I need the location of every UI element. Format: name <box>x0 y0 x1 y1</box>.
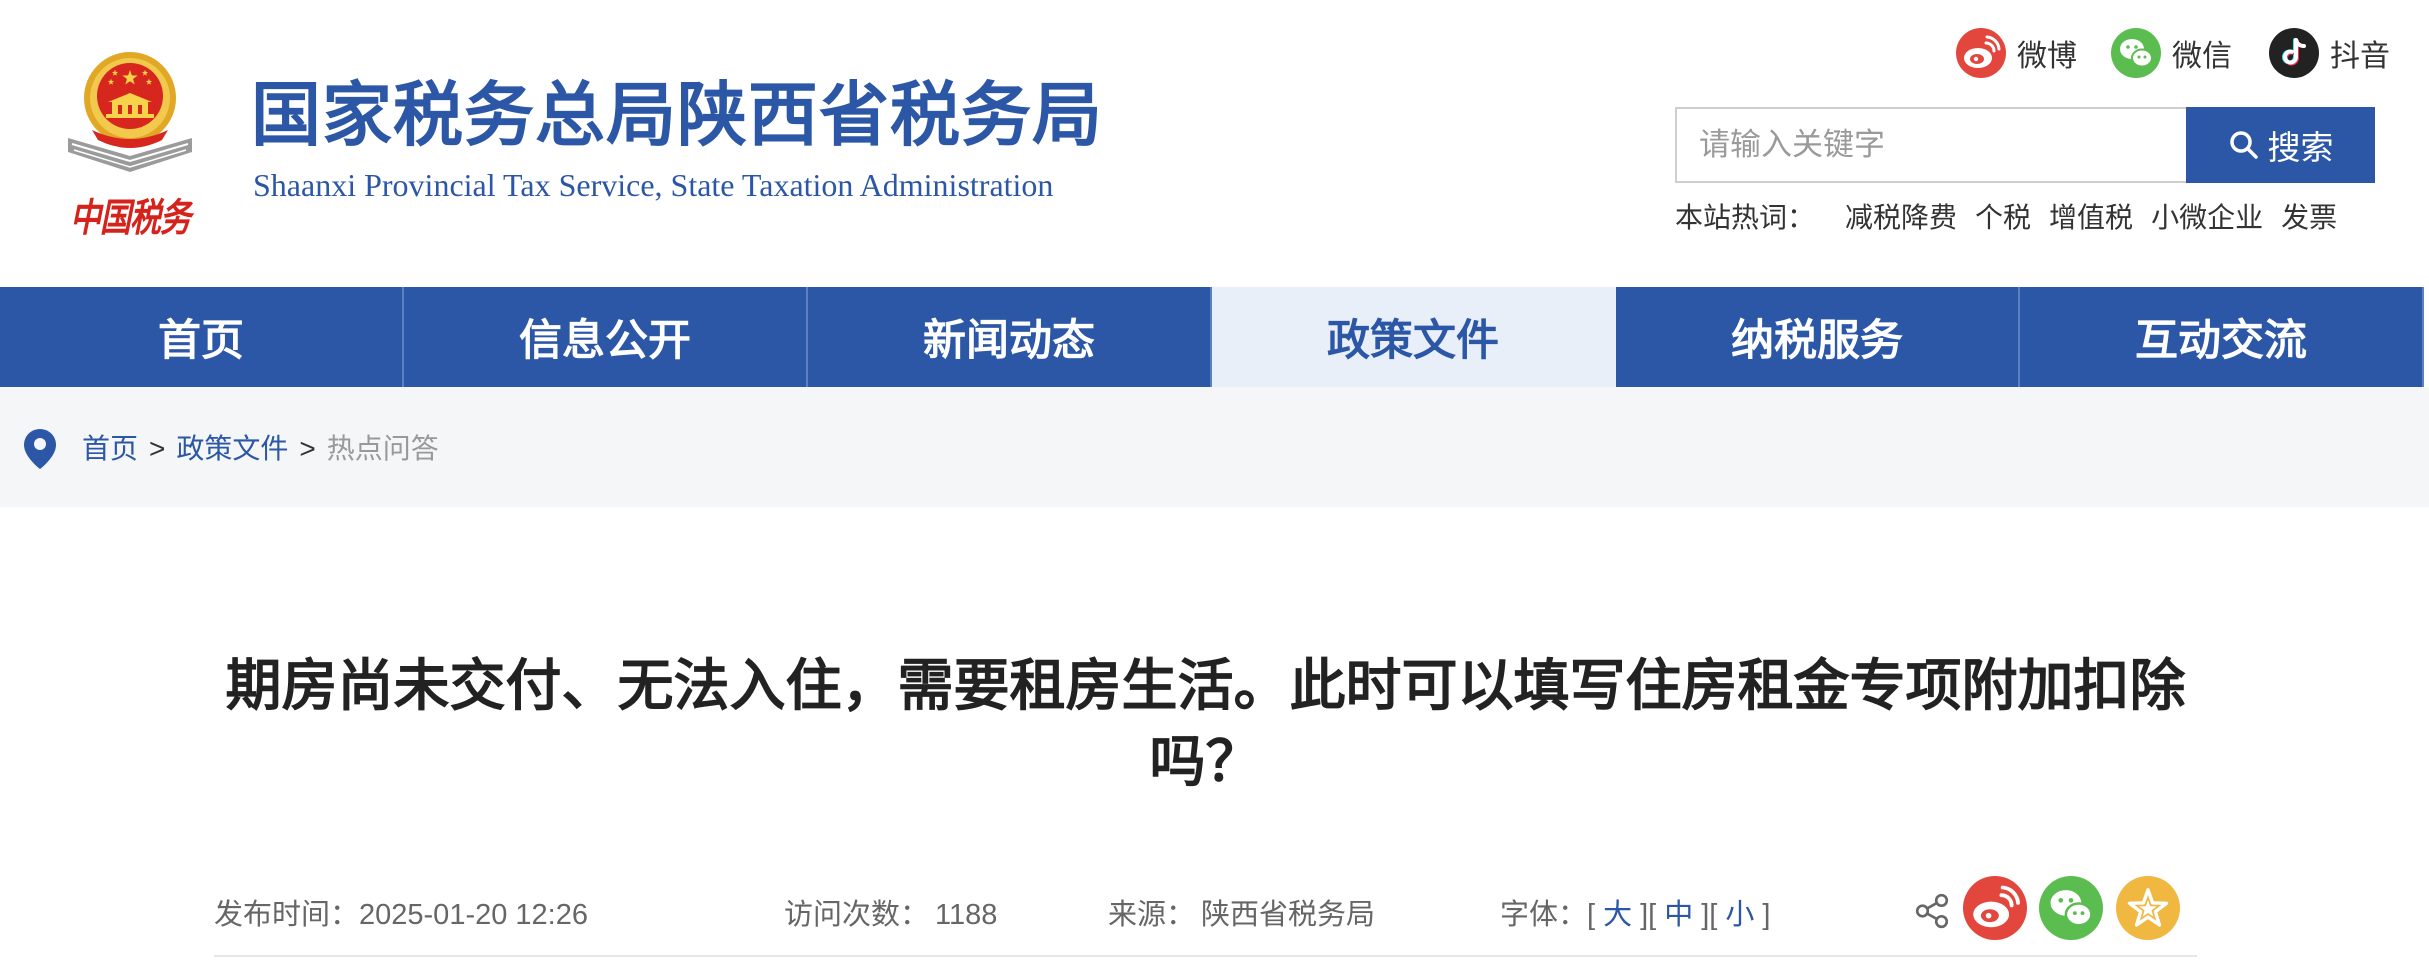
breadcrumb-current: 热点问答 <box>326 433 439 464</box>
share-weibo-button[interactable] <box>1963 876 2027 940</box>
social-link-douyin[interactable]: 抖音 <box>2269 27 2390 79</box>
nav-item-home[interactable]: 首页 <box>0 287 404 387</box>
bracket-open: [ <box>1648 899 1657 931</box>
search-button-label: 搜索 <box>2267 129 2334 166</box>
bracket-close: ] <box>1640 899 1649 931</box>
visit-count-value: 1188 <box>935 899 998 931</box>
font-size-large[interactable]: 大 <box>1603 895 1632 935</box>
bracket-close: ] <box>1701 899 1710 931</box>
bracket-open: [ <box>1587 899 1596 931</box>
favorite-star-icon <box>2116 876 2180 940</box>
breadcrumb-home[interactable]: 首页 <box>82 431 138 467</box>
nav-item-policy-docs[interactable]: 政策文件 <box>1212 287 1616 387</box>
search-input[interactable] <box>1675 107 2187 183</box>
article-source: 来源： 陕西省税务局 <box>1108 895 1375 935</box>
publish-time-label: 发布时间： <box>214 899 360 931</box>
main-nav: 首页 信息公开 新闻动态 政策文件 纳税服务 互动交流 <box>0 287 2424 387</box>
breadcrumb: 首页 > 政策文件 > 热点问答 <box>0 387 2429 507</box>
weibo-icon <box>1956 28 2006 78</box>
nav-item-tax-service[interactable]: 纳税服务 <box>1616 287 2020 387</box>
visit-count-label: 访问次数： <box>784 899 930 931</box>
social-link-wechat[interactable]: 微信 <box>2111 27 2232 79</box>
breadcrumb-separator: > <box>299 433 316 464</box>
wechat-share-icon <box>2039 876 2103 940</box>
location-pin-icon <box>24 429 56 469</box>
publish-time-value: 2025-01-20 12:26 <box>359 899 588 931</box>
hot-words-label: 本站热词： <box>1675 202 1816 233</box>
article-source-label: 来源： <box>1108 899 1196 931</box>
font-size-switcher: 字体： [ 大 ] [ 中 ] [ 小 ] <box>1500 895 1770 935</box>
favorite-button[interactable] <box>2116 876 2180 940</box>
douyin-icon <box>2269 28 2319 78</box>
hot-word[interactable]: 小微企业 <box>2151 198 2263 238</box>
font-size-label: 字体： <box>1500 899 1588 931</box>
hot-word[interactable]: 个税 <box>1975 198 2031 238</box>
national-emblem-logo <box>62 40 198 186</box>
breadcrumb-policy-docs[interactable]: 政策文件 <box>176 431 288 467</box>
breadcrumb-trail: 首页 > 政策文件 > 热点问答 <box>82 431 439 467</box>
share-icon[interactable] <box>1913 892 1951 930</box>
share-wechat-button[interactable] <box>2039 876 2103 940</box>
visit-count: 访问次数： 1188 <box>784 895 997 935</box>
breadcrumb-separator: > <box>149 433 166 464</box>
font-size-small[interactable]: 小 <box>1725 895 1754 935</box>
social-label-douyin: 抖音 <box>2330 40 2390 73</box>
wechat-icon <box>2111 28 2161 78</box>
hot-word[interactable]: 发票 <box>2281 198 2337 238</box>
font-size-medium[interactable]: 中 <box>1664 895 1693 935</box>
search-icon <box>2229 131 2258 159</box>
social-link-weibo[interactable]: 微博 <box>1956 27 2077 79</box>
publish-time: 发布时间： 2025-01-20 12:26 <box>214 895 588 935</box>
social-label-wechat: 微信 <box>2172 40 2232 73</box>
bracket-close: ] <box>1762 899 1771 931</box>
site-subtitle-en: Shaanxi Provincial Tax Service, State Ta… <box>253 167 1054 203</box>
nav-item-interaction[interactable]: 互动交流 <box>2020 287 2424 387</box>
weibo-share-icon <box>1963 876 2027 940</box>
search-button[interactable]: 搜索 <box>2186 107 2375 183</box>
site-title[interactable]: 国家税务总局陕西省税务局 <box>251 72 1103 158</box>
bracket-open: [ <box>1709 899 1718 931</box>
hot-words: 本站热词： 减税降费 个税 增值税 小微企业 发票 <box>1675 198 2355 238</box>
article-title: 期房尚未交付、无法入住，需要租房生活。此时可以填写住房租金专项附加扣除吗？ <box>225 654 2186 793</box>
article-source-value: 陕西省税务局 <box>1201 899 1376 931</box>
social-label-weibo: 微博 <box>2017 40 2077 73</box>
meta-divider <box>214 955 2197 957</box>
hot-word[interactable]: 增值税 <box>2049 198 2133 238</box>
emblem-icon <box>68 52 192 172</box>
hot-word[interactable]: 减税降费 <box>1845 198 1957 238</box>
nav-item-info-disclosure[interactable]: 信息公开 <box>404 287 808 387</box>
nav-item-news[interactable]: 新闻动态 <box>808 287 1212 387</box>
emblem-caption: 中国税务 <box>70 196 191 240</box>
